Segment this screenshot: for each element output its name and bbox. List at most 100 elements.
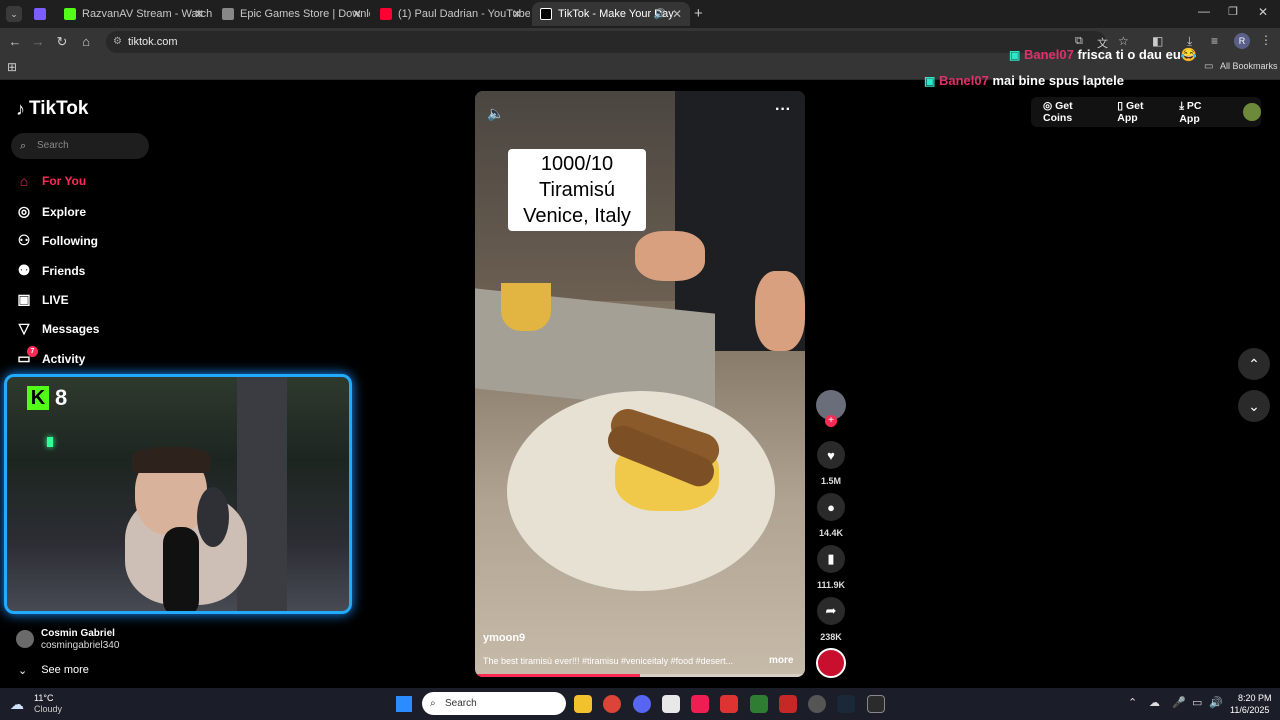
weather-temp[interactable]: 11°C [34,693,53,703]
more-link[interactable]: more [769,655,793,666]
get-app-button[interactable]: ▯ Get App [1117,100,1165,124]
teamfight-icon[interactable] [720,695,738,713]
tab-youtube[interactable]: (1) Paul Dadrian - YouTube ✕ [372,2,530,26]
video-player[interactable]: 🔈 ··· 1000/10 Tiramisú Venice, Italy ymo… [475,91,805,677]
pc-app-button[interactable]: ⤓ PC App [1179,100,1223,125]
reading-list-icon[interactable]: ≡ [1211,34,1218,48]
caption-line: Tiramisú [539,179,615,201]
friends-icon: ⚉ [17,262,31,278]
comment-button[interactable]: ● [817,493,845,521]
save-button[interactable]: ▮ [817,545,845,573]
share-button[interactable]: ➦ [817,597,845,625]
minimize-icon[interactable]: — [1198,4,1210,18]
microphone [163,527,199,611]
see-more-button[interactable]: ⌄ See more [18,664,89,677]
restore-icon[interactable]: ❐ [1228,5,1238,18]
volume-icon[interactable]: 🔊 [1209,696,1223,709]
account-avatar[interactable] [16,630,34,648]
see-more-label: See more [41,664,89,676]
new-tab-icon[interactable]: + [694,5,703,22]
tab-kick[interactable]: RazvanAV Stream - Watch Live ✕ [56,2,212,26]
share-count: 238K [820,632,842,642]
close-tab-icon[interactable]: ✕ [194,7,204,21]
progress-track[interactable] [475,674,805,677]
url-field[interactable]: ⚙ tiktok.com [106,31,1106,53]
nav-messages[interactable]: ▽ Messages [16,320,100,337]
chevron-up-icon: ⌃ [1248,356,1260,372]
waiter-hand [755,271,805,351]
network-icon[interactable]: ▭ [1192,696,1202,709]
all-bookmarks-link[interactable]: All Bookmarks [1220,61,1278,71]
nav-label: Explore [42,204,87,219]
comment-count: 14.4K [818,528,844,538]
nav-live[interactable]: ▣ LIVE [16,291,68,308]
video-author[interactable]: ymoon9 [483,632,525,644]
next-video-button[interactable]: ⌄ [1238,390,1270,422]
file-explorer-icon[interactable] [574,695,592,713]
tiktok-logo[interactable]: ♪ TikTok [16,98,88,120]
chrome-icon[interactable] [603,695,621,713]
profile-avatar[interactable]: R [1234,33,1250,49]
clock-date[interactable]: 11/6/2025 [1230,705,1269,715]
kick-counter: K 8 [27,385,67,411]
menu-kebab-icon[interactable]: ⋮ [1260,33,1272,47]
site-info-icon[interactable]: ⚙ [113,31,122,53]
app-icon[interactable] [779,695,797,713]
search-input[interactable]: ⌕ Search [11,133,149,159]
clock-time[interactable]: 8:20 PM [1238,693,1272,703]
cloud-icon: ☁ [10,696,24,712]
music-disc-icon[interactable] [816,648,846,678]
back-icon[interactable]: ← [7,34,23,49]
app-icon[interactable] [750,695,768,713]
follow-plus-icon[interactable]: + [825,415,837,427]
user-avatar[interactable] [1243,103,1261,121]
tab-group-icon[interactable] [34,8,46,20]
close-tab-icon[interactable]: ✕ [352,7,362,21]
nav-explore[interactable]: ◎ Explore [16,203,86,220]
caption-line: 1000/10 [540,153,614,175]
bookmark-star-icon[interactable]: ☆ [1118,34,1129,48]
home-icon[interactable]: ⌂ [78,34,94,49]
forward-icon[interactable]: → [30,34,46,49]
extensions-icon[interactable]: ◧ [1152,34,1163,48]
previous-video-button[interactable]: ⌃ [1238,348,1270,380]
apps-grid-icon[interactable]: ⊞ [7,60,17,74]
like-count: 1.5M [820,476,841,486]
mute-icon[interactable]: 🔈 [487,105,504,122]
get-coins-button[interactable]: ◎ Get Coins [1043,100,1103,124]
reload-icon[interactable]: ↻ [54,34,70,50]
like-button[interactable]: ♥ [817,441,845,469]
audio-playing-icon[interactable]: 🔊 [654,9,666,20]
chat-text: mai bine spus laptele [992,73,1124,88]
tray-chevron-icon[interactable]: ⌃ [1128,696,1137,709]
compass-icon: ◎ [17,203,31,219]
tiktok-icon[interactable] [691,695,709,713]
close-tab-icon[interactable]: ✕ [512,7,522,21]
epic-games-icon[interactable] [867,695,885,713]
nav-label: Following [42,233,98,248]
progress-fill [475,674,640,677]
tab-tiktok[interactable]: TikTok - Make Your Day 🔊 ✕ [532,2,690,26]
taskbar-search-label: Search [445,698,477,709]
nav-friends[interactable]: ⚉ Friends [16,262,86,279]
webcam-overlay: K 8 [4,374,352,614]
account-handle[interactable]: cosmingabriel340 [41,640,119,651]
nav-label: Messages [42,321,100,336]
app-icon[interactable] [662,695,680,713]
nav-for-you[interactable]: ⌂ For You [16,173,86,189]
tab-search-icon[interactable]: ⌄ [6,6,22,22]
discord-icon[interactable] [633,695,651,713]
nav-following[interactable]: ⚇ Following [16,232,98,249]
app-icon[interactable] [808,695,826,713]
close-window-icon[interactable]: ✕ [1258,5,1268,19]
close-tab-icon[interactable]: ✕ [672,7,682,21]
onedrive-icon[interactable]: ☁ [1149,696,1160,709]
tab-epic[interactable]: Epic Games Store | Download & ✕ [214,2,370,26]
steam-icon[interactable] [837,695,855,713]
taskbar-search[interactable]: ⌕ Search [422,692,566,715]
windows-start-icon[interactable] [396,696,412,712]
more-options-icon[interactable]: ··· [775,101,791,119]
phone-icon: ▯ [1117,100,1124,112]
mic-icon[interactable]: 🎤 [1172,696,1186,709]
account-name[interactable]: Cosmin Gabriel [41,628,115,639]
